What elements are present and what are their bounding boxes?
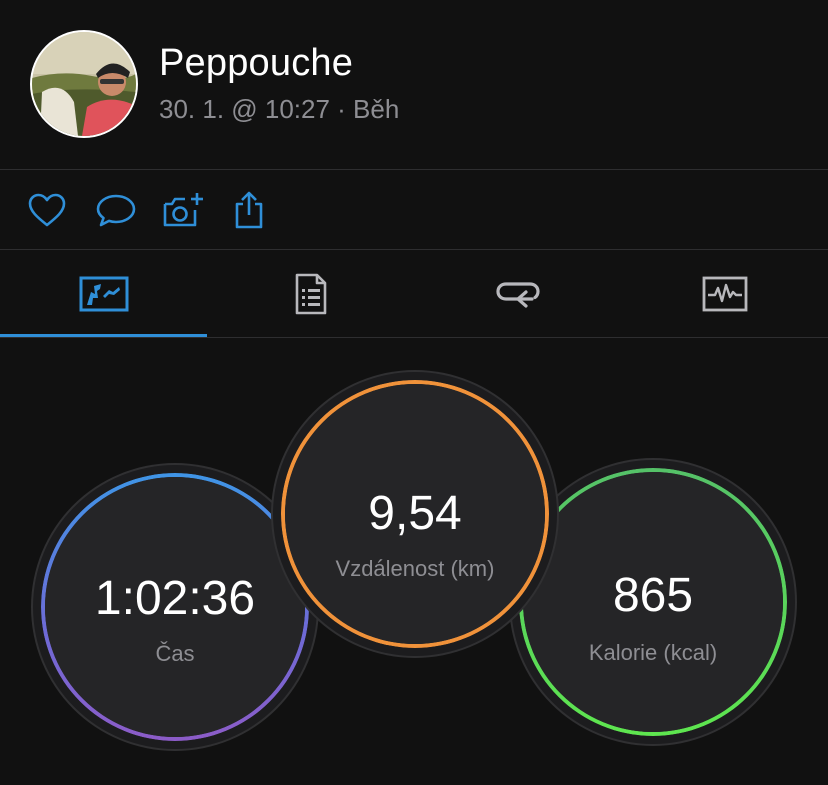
add-photo-icon	[163, 193, 203, 227]
time-stat-circle: 1:02:36 Čas	[41, 473, 309, 741]
tab-details[interactable]	[207, 250, 414, 338]
stats-summary: 1:02:36 Čas 865 Kalorie (kcal) 9,54 Vzdá…	[0, 338, 828, 785]
user-name[interactable]: Peppouche	[159, 42, 353, 85]
tab-charts[interactable]	[621, 250, 828, 338]
laps-icon	[495, 282, 540, 308]
calories-stat-circle: 865 Kalorie (kcal)	[519, 468, 787, 736]
share-icon	[235, 191, 263, 229]
distance-value: 9,54	[368, 487, 462, 540]
time-value: 1:02:36	[94, 572, 256, 625]
add-photo-button[interactable]	[160, 187, 206, 233]
activity-meta: 30. 1. @ 10:27 · Běh	[159, 94, 400, 124]
avatar[interactable]	[30, 30, 138, 138]
distance-stat-circle: 9,54 Vzdálenost (km)	[281, 380, 549, 648]
comment-button[interactable]	[93, 187, 139, 233]
calories-label: Kalorie (kcal)	[588, 640, 718, 665]
tab-overview[interactable]	[0, 250, 207, 338]
overview-icon	[79, 276, 128, 312]
action-bar	[0, 171, 828, 249]
tab-laps[interactable]	[414, 250, 621, 338]
calories-value: 865	[612, 569, 694, 622]
like-button[interactable]	[24, 187, 70, 233]
share-button[interactable]	[226, 187, 272, 233]
comment-icon	[96, 194, 136, 227]
heart-icon	[28, 193, 66, 227]
charts-icon	[702, 276, 747, 312]
details-icon	[295, 273, 326, 315]
activity-header: Peppouche 30. 1. @ 10:27 · Běh	[0, 0, 828, 170]
activity-tabs	[0, 250, 828, 338]
avatar-photo	[32, 32, 136, 136]
divider	[0, 169, 828, 170]
time-label: Čas	[155, 641, 195, 666]
distance-label: Vzdálenost (km)	[335, 556, 495, 581]
